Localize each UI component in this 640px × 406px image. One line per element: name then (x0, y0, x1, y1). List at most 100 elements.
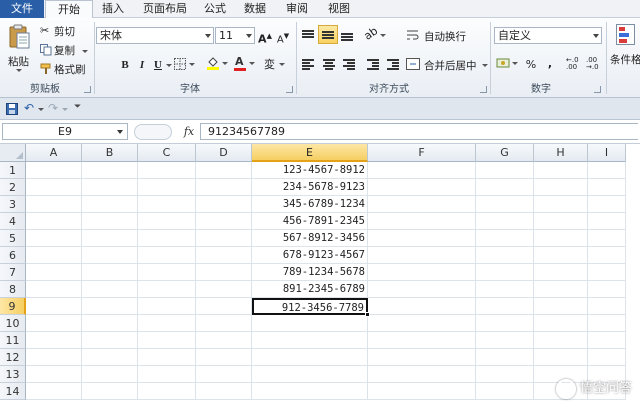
font-size-combo[interactable]: 11 (215, 27, 255, 44)
align-top-button[interactable] (301, 28, 315, 42)
cell-a2[interactable] (26, 179, 82, 196)
border-button[interactable] (174, 58, 196, 72)
cell-b4[interactable] (82, 213, 138, 230)
cell-b10[interactable] (82, 315, 138, 332)
row-header-7[interactable]: 7 (0, 264, 26, 281)
row-header-13[interactable]: 13 (0, 366, 26, 383)
underline-button[interactable]: U (152, 56, 164, 74)
row-header-4[interactable]: 4 (0, 213, 26, 230)
tab-data[interactable]: 数据 (238, 0, 272, 18)
cell-e9[interactable]: 912-3456-7789 (252, 298, 368, 315)
cell-h6[interactable] (534, 247, 588, 264)
cell-d9[interactable] (196, 298, 252, 315)
cell-g5[interactable] (476, 230, 534, 247)
cell-c2[interactable] (138, 179, 196, 196)
tab-page-layout[interactable]: 页面布局 (136, 0, 194, 18)
undo-dropdown-icon[interactable] (38, 108, 44, 111)
decrease-decimal-button[interactable]: .00 →.0 (586, 57, 600, 71)
cell-g12[interactable] (476, 349, 534, 366)
cell-a3[interactable] (26, 196, 82, 213)
cell-f8[interactable] (368, 281, 476, 298)
cell-h12[interactable] (534, 349, 588, 366)
cell-g14[interactable] (476, 383, 534, 400)
cell-i6[interactable] (588, 247, 626, 264)
cell-g13[interactable] (476, 366, 534, 383)
row-header-14[interactable]: 14 (0, 383, 26, 400)
cell-h2[interactable] (534, 179, 588, 196)
cell-e11[interactable] (252, 332, 368, 349)
column-header-f[interactable]: F (368, 144, 476, 162)
accounting-format-button[interactable] (496, 57, 520, 71)
cell-h4[interactable] (534, 213, 588, 230)
cell-i11[interactable] (588, 332, 626, 349)
cell-e2[interactable]: 234-5678-9123 (252, 179, 368, 196)
cell-a11[interactable] (26, 332, 82, 349)
cell-d6[interactable] (196, 247, 252, 264)
cell-b14[interactable] (82, 383, 138, 400)
row-header-11[interactable]: 11 (0, 332, 26, 349)
cell-f11[interactable] (368, 332, 476, 349)
shrink-font-button[interactable]: A▼ (276, 27, 290, 45)
cell-a14[interactable] (26, 383, 82, 400)
cell-c8[interactable] (138, 281, 196, 298)
cell-h5[interactable] (534, 230, 588, 247)
cell-a10[interactable] (26, 315, 82, 332)
cell-g9[interactable] (476, 298, 534, 315)
cell-d2[interactable] (196, 179, 252, 196)
align-middle-button[interactable] (318, 25, 338, 44)
cell-d12[interactable] (196, 349, 252, 366)
cut-button[interactable]: ✂ 剪切 (40, 23, 84, 39)
cell-g2[interactable] (476, 179, 534, 196)
cell-f6[interactable] (368, 247, 476, 264)
cell-e8[interactable]: 891-2345-6789 (252, 281, 368, 298)
cell-c7[interactable] (138, 264, 196, 281)
cell-f5[interactable] (368, 230, 476, 247)
column-header-i[interactable]: I (588, 144, 626, 162)
wrap-text-button[interactable]: 自动换行 (404, 27, 474, 45)
paste-button[interactable]: 粘贴 (6, 24, 32, 72)
cell-e6[interactable]: 678-9123-4567 (252, 247, 368, 264)
redo-icon[interactable]: ↷ (48, 101, 58, 115)
cell-h1[interactable] (534, 162, 588, 179)
increase-decimal-button[interactable]: ←.0.00 (566, 57, 580, 71)
tab-file[interactable]: 文件 (0, 0, 44, 18)
cell-i7[interactable] (588, 264, 626, 281)
row-header-5[interactable]: 5 (0, 230, 26, 247)
cell-d1[interactable] (196, 162, 252, 179)
cell-d8[interactable] (196, 281, 252, 298)
cell-e7[interactable]: 789-1234-5678 (252, 264, 368, 281)
cell-a13[interactable] (26, 366, 82, 383)
cell-e4[interactable]: 456-7891-2345 (252, 213, 368, 230)
column-header-c[interactable]: C (138, 144, 196, 162)
cell-f3[interactable] (368, 196, 476, 213)
cell-e13[interactable] (252, 366, 368, 383)
cell-b13[interactable] (82, 366, 138, 383)
cell-f13[interactable] (368, 366, 476, 383)
cell-c13[interactable] (138, 366, 196, 383)
cell-d5[interactable] (196, 230, 252, 247)
phonetic-button[interactable]: 変 (264, 56, 290, 72)
cell-b8[interactable] (82, 281, 138, 298)
cell-b11[interactable] (82, 332, 138, 349)
formula-input[interactable]: 91234567789 (200, 123, 638, 140)
column-header-b[interactable]: B (82, 144, 138, 162)
row-header-8[interactable]: 8 (0, 281, 26, 298)
cell-g8[interactable] (476, 281, 534, 298)
cell-c9[interactable] (138, 298, 196, 315)
cell-b7[interactable] (82, 264, 138, 281)
underline-dropdown-icon[interactable] (166, 64, 172, 67)
fill-handle[interactable] (365, 312, 370, 317)
tab-view[interactable]: 视图 (322, 0, 356, 18)
cell-e5[interactable]: 567-8912-3456 (252, 230, 368, 247)
align-bottom-button[interactable] (340, 28, 354, 42)
cell-i12[interactable] (588, 349, 626, 366)
cell-g3[interactable] (476, 196, 534, 213)
cell-g10[interactable] (476, 315, 534, 332)
cell-d4[interactable] (196, 213, 252, 230)
cell-a4[interactable] (26, 213, 82, 230)
conditional-formatting-button[interactable]: 条件格 (608, 22, 640, 82)
number-format-combo[interactable]: 自定义 (494, 27, 602, 44)
cell-i3[interactable] (588, 196, 626, 213)
column-header-a[interactable]: A (26, 144, 82, 162)
cell-h3[interactable] (534, 196, 588, 213)
